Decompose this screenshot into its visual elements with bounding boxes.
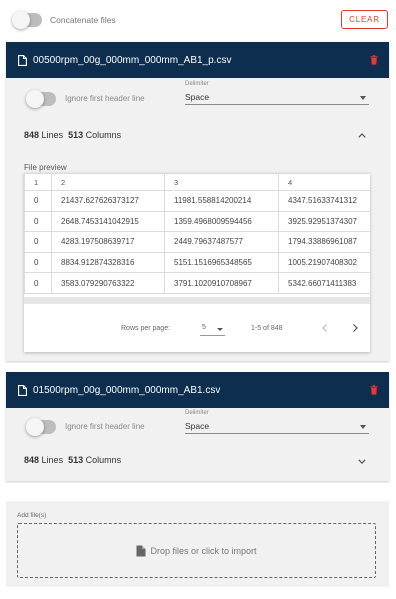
file-dropzone[interactable]: Drop files or click to import bbox=[17, 523, 376, 578]
table-row: 0 2648.7453141042915 1359.4968009594456 … bbox=[24, 210, 370, 233]
preview-grid: 1 2 3 4 0 21437.627626373127 11981.55881… bbox=[24, 173, 370, 294]
table-cell: 1005.21907408302 bbox=[278, 251, 370, 274]
horizontal-scrollbar[interactable] bbox=[24, 297, 370, 304]
trash-icon[interactable] bbox=[370, 55, 378, 65]
column-header: 4 bbox=[278, 173, 370, 191]
add-files-panel: Add file(s) Drop files or click to impor… bbox=[6, 501, 389, 587]
table-cell: 0 bbox=[24, 231, 52, 253]
column-header: 2 bbox=[51, 173, 165, 191]
table-cell: 4283.197508639717 bbox=[51, 231, 165, 253]
table-cell: 0 bbox=[24, 190, 52, 212]
table-row: 0 8834.912874328316 5151.1516965348565 1… bbox=[24, 251, 370, 274]
delimiter-label: Delimiter bbox=[185, 81, 209, 87]
chevron-right-icon[interactable] bbox=[349, 322, 361, 334]
table-row: 0 4283.197508639717 2449.79637487577 179… bbox=[24, 231, 370, 253]
table-cell: 5151.1516965348565 bbox=[164, 251, 279, 274]
chevron-up-icon[interactable] bbox=[358, 133, 366, 138]
table-pagination: Rows per page: 5 1-5 of 848 bbox=[24, 304, 370, 352]
lines-label: Lines bbox=[41, 130, 64, 140]
rows-per-page-label: Rows per page: bbox=[121, 325, 171, 332]
table-cell: 2449.79637487577 bbox=[164, 231, 279, 253]
ignore-header-toggle[interactable] bbox=[26, 418, 56, 436]
delimiter-value: Space bbox=[185, 421, 210, 431]
table-cell: 21437.627626373127 bbox=[51, 190, 165, 212]
column-header: 1 bbox=[24, 173, 52, 191]
table-cell: 0 bbox=[24, 210, 52, 233]
file-icon bbox=[18, 384, 27, 396]
table-cell: 3925.92951374307 bbox=[278, 210, 370, 233]
columns-label: Columns bbox=[85, 130, 122, 140]
trash-icon[interactable] bbox=[370, 385, 378, 395]
lines-count: 848 bbox=[24, 130, 40, 140]
table-cell: 1794.33886961087 bbox=[278, 231, 370, 253]
table-cell: 1359.4968009594456 bbox=[164, 210, 279, 233]
toggle-knob bbox=[26, 90, 44, 108]
delimiter-label: Delimiter bbox=[185, 410, 209, 416]
table-cell: 2648.7453141042915 bbox=[51, 210, 165, 233]
file-card-header: 00500rpm_00g_000mm_000mm_AB1_p.csv bbox=[6, 42, 389, 78]
table-cell: 5342.66071411383 bbox=[278, 272, 370, 294]
table-cell: 3791.1020910708967 bbox=[164, 272, 279, 294]
drop-files-text: Drop files or click to import bbox=[150, 545, 257, 556]
toggle-knob bbox=[12, 11, 30, 29]
concatenate-toggle[interactable] bbox=[12, 11, 42, 29]
table-cell: 4347.51633741312 bbox=[278, 190, 370, 212]
ignore-header-label: Ignore first header line bbox=[65, 94, 145, 103]
delimiter-select[interactable]: Space bbox=[185, 90, 369, 105]
chevron-left-icon[interactable] bbox=[319, 322, 331, 334]
columns-count: 513 bbox=[68, 130, 84, 140]
file-preview-table: 1 2 3 4 0 21437.627626373127 11981.55881… bbox=[24, 173, 370, 352]
table-cell: 0 bbox=[24, 272, 52, 294]
ignore-header-label: Ignore first header line bbox=[65, 422, 145, 431]
dropdown-caret-icon bbox=[360, 425, 366, 429]
dropdown-caret-icon bbox=[360, 96, 366, 100]
columns-label: Columns bbox=[85, 455, 122, 465]
file-card-1: 00500rpm_00g_000mm_000mm_AB1_p.csv Ignor… bbox=[6, 42, 389, 361]
table-cell: 3583.079290763322 bbox=[51, 272, 165, 294]
rows-per-page-select[interactable]: 5 bbox=[200, 320, 225, 336]
file-stats: 848 Lines 513 Columns bbox=[24, 455, 121, 465]
dropdown-caret-icon bbox=[217, 328, 223, 331]
table-cell: 11981.558814200214 bbox=[164, 190, 279, 212]
file-stats: 848 Lines 513 Columns bbox=[24, 130, 121, 140]
add-files-label: Add file(s) bbox=[17, 512, 47, 519]
file-card-header: 01500rpm_00g_000mm_000mm_AB1.csv bbox=[6, 372, 389, 408]
table-cell: 8834.912874328316 bbox=[51, 251, 165, 274]
delimiter-value: Space bbox=[185, 92, 210, 102]
pagination-range: 1-5 of 848 bbox=[251, 325, 283, 332]
columns-count: 513 bbox=[68, 455, 84, 465]
chevron-down-icon[interactable] bbox=[358, 459, 366, 464]
lines-count: 848 bbox=[24, 455, 40, 465]
clear-button[interactable]: CLEAR bbox=[341, 10, 388, 29]
file-icon bbox=[18, 54, 27, 66]
file-card-2: 01500rpm_00g_000mm_000mm_AB1.csv Ignore … bbox=[6, 372, 389, 481]
delimiter-select[interactable]: Space bbox=[185, 419, 369, 434]
file-preview-label: File preview bbox=[24, 163, 67, 172]
file-name: 01500rpm_00g_000mm_000mm_AB1.csv bbox=[33, 384, 221, 396]
concatenate-label: Concatenate files bbox=[50, 15, 116, 25]
rows-per-page-value: 5 bbox=[202, 324, 206, 331]
toggle-knob bbox=[26, 418, 44, 436]
file-icon bbox=[136, 545, 146, 556]
column-header: 3 bbox=[164, 173, 279, 191]
file-name: 00500rpm_00g_000mm_000mm_AB1_p.csv bbox=[33, 54, 232, 66]
table-row: 0 21437.627626373127 11981.558814200214 … bbox=[24, 190, 370, 212]
ignore-header-toggle[interactable] bbox=[26, 90, 56, 108]
lines-label: Lines bbox=[41, 455, 64, 465]
table-header-row: 1 2 3 4 bbox=[24, 173, 370, 191]
table-cell: 0 bbox=[24, 251, 52, 274]
table-row: 0 3583.079290763322 3791.1020910708967 5… bbox=[24, 272, 370, 294]
